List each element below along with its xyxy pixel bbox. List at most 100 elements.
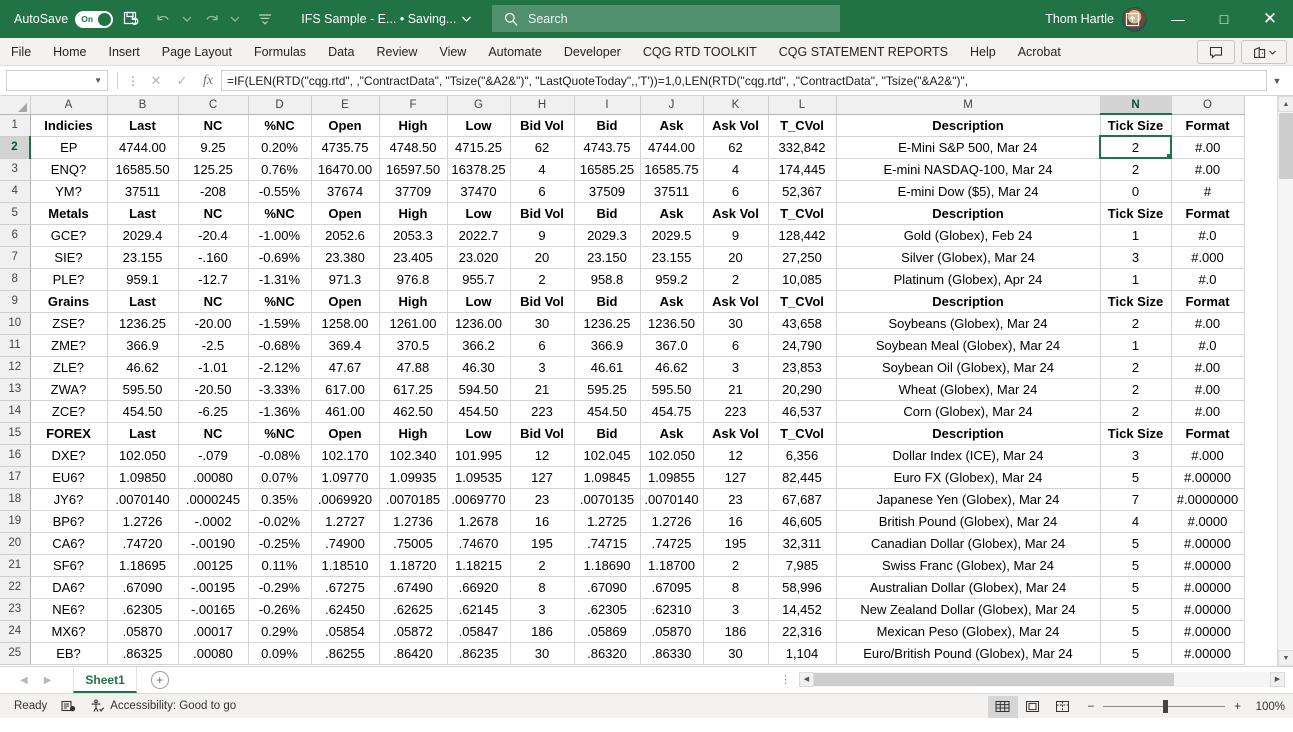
cell-I21[interactable]: 1.18690 xyxy=(574,554,640,576)
cell-H4[interactable]: 6 xyxy=(510,180,574,202)
cell-A10[interactable]: ZSE? xyxy=(30,312,107,334)
select-all-corner[interactable] xyxy=(0,96,30,114)
cell-C13[interactable]: -20.50 xyxy=(178,378,248,400)
cell-K6[interactable]: 9 xyxy=(703,224,768,246)
cell-K23[interactable]: 3 xyxy=(703,598,768,620)
horizontal-scroll-track[interactable] xyxy=(814,672,1270,687)
cell-A13[interactable]: ZWA? xyxy=(30,378,107,400)
cell-F12[interactable]: 47.88 xyxy=(379,356,447,378)
column-header-A[interactable]: A xyxy=(30,96,107,114)
cell-C17[interactable]: .00080 xyxy=(178,466,248,488)
cell-D1[interactable]: %NC xyxy=(248,114,311,136)
cell-G24[interactable]: .05847 xyxy=(447,620,510,642)
cell-E21[interactable]: 1.18510 xyxy=(311,554,379,576)
cell-J2[interactable]: 4744.00 xyxy=(640,136,703,158)
cell-K25[interactable]: 30 xyxy=(703,642,768,664)
cell-C7[interactable]: -.160 xyxy=(178,246,248,268)
ribbon-tab-page-layout[interactable]: Page Layout xyxy=(151,38,243,66)
cell-F5[interactable]: High xyxy=(379,202,447,224)
cell-B17[interactable]: 1.09850 xyxy=(107,466,178,488)
cell-M2[interactable]: E-Mini S&P 500, Mar 24 xyxy=(836,136,1100,158)
cell-C11[interactable]: -2.5 xyxy=(178,334,248,356)
column-header-C[interactable]: C xyxy=(178,96,248,114)
row-header-19[interactable]: 19 xyxy=(0,510,30,532)
row-header-3[interactable]: 3 xyxy=(0,158,30,180)
cell-O18[interactable]: #.0000000 xyxy=(1171,488,1244,510)
cell-C10[interactable]: -20.00 xyxy=(178,312,248,334)
cell-J22[interactable]: .67095 xyxy=(640,576,703,598)
cell-F7[interactable]: 23.405 xyxy=(379,246,447,268)
row-header-1[interactable]: 1 xyxy=(0,114,30,136)
zoom-control[interactable]: − + xyxy=(1088,701,1241,713)
ribbon-tab-acrobat[interactable]: Acrobat xyxy=(1007,38,1072,66)
cell-L1[interactable]: T_CVol xyxy=(768,114,836,136)
page-layout-view-icon[interactable] xyxy=(1018,696,1048,718)
share-icon[interactable] xyxy=(1241,40,1287,64)
cell-I3[interactable]: 16585.25 xyxy=(574,158,640,180)
row-header-18[interactable]: 18 xyxy=(0,488,30,510)
cell-K9[interactable]: Ask Vol xyxy=(703,290,768,312)
cell-E3[interactable]: 16470.00 xyxy=(311,158,379,180)
cell-N12[interactable]: 2 xyxy=(1100,356,1171,378)
cell-I6[interactable]: 2029.3 xyxy=(574,224,640,246)
cell-N15[interactable]: Tick Size xyxy=(1100,422,1171,444)
close-button[interactable]: ✕ xyxy=(1247,0,1293,38)
cell-M4[interactable]: E-mini Dow ($5), Mar 24 xyxy=(836,180,1100,202)
cell-D9[interactable]: %NC xyxy=(248,290,311,312)
cell-J4[interactable]: 37511 xyxy=(640,180,703,202)
cell-N8[interactable]: 1 xyxy=(1100,268,1171,290)
cell-K17[interactable]: 127 xyxy=(703,466,768,488)
cell-N14[interactable]: 2 xyxy=(1100,400,1171,422)
search-input[interactable]: Search xyxy=(492,5,840,32)
cell-C15[interactable]: NC xyxy=(178,422,248,444)
cell-D10[interactable]: -1.59% xyxy=(248,312,311,334)
cell-M9[interactable]: Description xyxy=(836,290,1100,312)
cell-N20[interactable]: 5 xyxy=(1100,532,1171,554)
cell-N2[interactable]: 2 xyxy=(1100,136,1171,158)
cell-B3[interactable]: 16585.50 xyxy=(107,158,178,180)
cell-C24[interactable]: .00017 xyxy=(178,620,248,642)
cell-I25[interactable]: .86320 xyxy=(574,642,640,664)
cell-I23[interactable]: .62305 xyxy=(574,598,640,620)
spreadsheet-grid[interactable]: A B C D E F G H I J K L M N O 1IndiciesL… xyxy=(0,96,1293,666)
cell-A11[interactable]: ZME? xyxy=(30,334,107,356)
cell-K12[interactable]: 3 xyxy=(703,356,768,378)
cell-D3[interactable]: 0.76% xyxy=(248,158,311,180)
cell-G15[interactable]: Low xyxy=(447,422,510,444)
cell-C19[interactable]: -.0002 xyxy=(178,510,248,532)
cell-H25[interactable]: 30 xyxy=(510,642,574,664)
cell-B9[interactable]: Last xyxy=(107,290,178,312)
cell-N18[interactable]: 7 xyxy=(1100,488,1171,510)
redo-dropdown-icon[interactable] xyxy=(229,5,241,33)
cell-J9[interactable]: Ask xyxy=(640,290,703,312)
cell-O6[interactable]: #.0 xyxy=(1171,224,1244,246)
cell-L22[interactable]: 58,996 xyxy=(768,576,836,598)
cell-C21[interactable]: .00125 xyxy=(178,554,248,576)
name-box-chevron-down-icon[interactable]: ▼ xyxy=(94,76,102,85)
cell-F23[interactable]: .62625 xyxy=(379,598,447,620)
cell-B8[interactable]: 959.1 xyxy=(107,268,178,290)
cell-I22[interactable]: .67090 xyxy=(574,576,640,598)
cell-G3[interactable]: 16378.25 xyxy=(447,158,510,180)
cell-C14[interactable]: -6.25 xyxy=(178,400,248,422)
cell-D25[interactable]: 0.09% xyxy=(248,642,311,664)
cell-C12[interactable]: -1.01 xyxy=(178,356,248,378)
cell-C9[interactable]: NC xyxy=(178,290,248,312)
cell-C6[interactable]: -20.4 xyxy=(178,224,248,246)
previous-sheet-icon[interactable]: ◀ xyxy=(20,675,28,686)
cell-D5[interactable]: %NC xyxy=(248,202,311,224)
cell-O7[interactable]: #.000 xyxy=(1171,246,1244,268)
cell-E4[interactable]: 37674 xyxy=(311,180,379,202)
cell-L19[interactable]: 46,605 xyxy=(768,510,836,532)
scroll-up-icon[interactable]: ▲ xyxy=(1278,96,1293,112)
cell-N7[interactable]: 3 xyxy=(1100,246,1171,268)
cell-N22[interactable]: 5 xyxy=(1100,576,1171,598)
cell-J3[interactable]: 16585.75 xyxy=(640,158,703,180)
cell-B5[interactable]: Last xyxy=(107,202,178,224)
undo-icon[interactable] xyxy=(149,5,177,33)
scroll-down-icon[interactable]: ▼ xyxy=(1278,650,1293,666)
row-header-2[interactable]: 2 xyxy=(0,136,30,158)
cell-A6[interactable]: GCE? xyxy=(30,224,107,246)
cell-C16[interactable]: -.079 xyxy=(178,444,248,466)
ribbon-tab-view[interactable]: View xyxy=(428,38,477,66)
